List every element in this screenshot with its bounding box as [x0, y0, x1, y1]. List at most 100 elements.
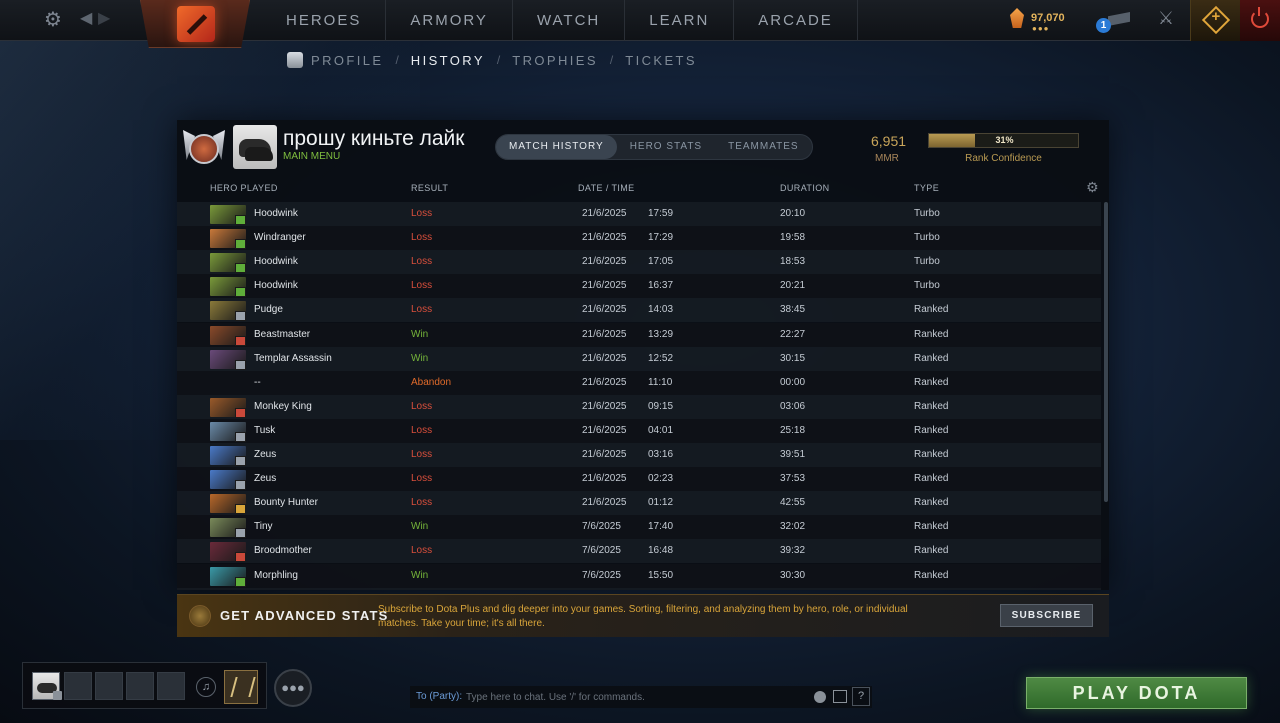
match-duration: 30:30	[780, 569, 806, 581]
table-row[interactable]: Zeus Loss 21/6/2025 03:16 39:51 Ranked	[177, 443, 1101, 467]
party-slot-empty[interactable]	[126, 672, 154, 700]
match-date: 21/6/2025	[582, 424, 627, 436]
party-slot-empty[interactable]	[95, 672, 123, 700]
chat-wheel-icon[interactable]	[224, 670, 258, 704]
table-row[interactable]: Tiny Win 7/6/2025 17:40 32:02 Ranked	[177, 515, 1101, 540]
chat-channel-label[interactable]: To (Party):	[416, 691, 462, 702]
match-result: Loss	[411, 400, 433, 412]
table-row[interactable]: Monkey King Loss 21/6/2025 09:15 03:06 Ranked	[177, 394, 1101, 419]
nav-watch[interactable]: WATCH	[513, 0, 626, 41]
table-row[interactable]: Templar Assassin Win 21/6/2025 12:52 30:15 Ra…	[177, 346, 1101, 371]
dota-plus-button[interactable]	[1190, 0, 1240, 41]
hero-name: Zeus	[254, 449, 277, 460]
match-duration: 25:18	[780, 424, 806, 436]
avatar[interactable]	[233, 125, 277, 169]
match-time: 09:15	[648, 400, 674, 412]
role-icon	[235, 480, 246, 491]
dota-logo-button[interactable]	[140, 0, 250, 48]
emoji-icon[interactable]	[814, 691, 826, 703]
back-arrow-icon[interactable]: ◀	[80, 8, 92, 28]
match-time: 01:12	[648, 497, 674, 509]
match-duration: 39:32	[780, 545, 806, 557]
role-icon	[235, 239, 246, 250]
table-row[interactable]: Zeus Loss 21/6/2025 02:23 37:53 Ranked	[177, 467, 1101, 492]
advanced-stats-title: GET ADVANCED STATS	[220, 608, 389, 623]
breadcrumb-separator: /	[609, 53, 614, 67]
match-result: Loss	[411, 280, 433, 292]
match-result: Abandon	[411, 376, 452, 388]
match-result: Loss	[411, 232, 433, 244]
shard-icon	[1010, 8, 1024, 28]
notifications-button[interactable]: 1	[1096, 8, 1132, 34]
table-row[interactable]: -- Abandon 21/6/2025 11:10 00:00 Ranked	[177, 370, 1101, 395]
table-row[interactable]: Pudge Loss 21/6/2025 14:03 38:45 Ranked	[177, 298, 1101, 323]
subnav-tickets[interactable]: TICKETS	[625, 53, 697, 68]
gear-icon[interactable]: ⚙	[42, 9, 64, 31]
friends-icon[interactable]: ●●●	[274, 669, 312, 707]
chat-input[interactable]	[466, 688, 806, 706]
subscribe-button[interactable]: SUBSCRIBE	[1000, 604, 1093, 627]
mmr-label: MMR	[875, 153, 899, 164]
match-time: 02:23	[648, 473, 674, 485]
hero-name: Bounty Hunter	[254, 497, 318, 509]
nav-arcade[interactable]: ARCADE	[734, 0, 858, 41]
table-row[interactable]	[177, 587, 1101, 590]
hero-name: Hoodwink	[254, 280, 298, 292]
subnav-trophies[interactable]: TROPHIES	[512, 53, 598, 68]
table-row[interactable]: Hoodwink Loss 21/6/2025 17:05 18:53 Turbo	[177, 250, 1101, 275]
table-row[interactable]: Windranger Loss 21/6/2025 17:29 19:58 Turbo	[177, 226, 1101, 251]
match-type: Ranked	[914, 545, 949, 557]
subnav-profile[interactable]: PROFILE	[311, 53, 383, 68]
currency-value: 97,070	[1031, 12, 1065, 24]
forward-arrow-icon[interactable]: ▶	[98, 8, 110, 28]
hero-name: Broodmother	[254, 545, 312, 557]
rank-medal-icon[interactable]	[183, 126, 225, 170]
tab-match-history[interactable]: MATCH HISTORY	[496, 135, 617, 159]
table-row[interactable]: Broodmother Loss 7/6/2025 16:48 39:32 Ranked	[177, 539, 1101, 564]
subnav-history[interactable]: HISTORY	[411, 53, 485, 68]
party-slot-empty[interactable]	[64, 672, 92, 700]
exit-button[interactable]	[1240, 0, 1280, 41]
tab-hero-stats[interactable]: HERO STATS	[617, 135, 715, 159]
armory-icon[interactable]: ⚔	[1156, 8, 1176, 32]
image-icon[interactable]	[833, 690, 847, 703]
match-date: 21/6/2025	[582, 497, 627, 509]
match-result: Loss	[411, 497, 433, 509]
role-icon	[235, 407, 246, 418]
role-icon	[235, 263, 246, 274]
tab-teammates[interactable]: TEAMMATES	[715, 135, 811, 159]
nav-learn[interactable]: LEARN	[625, 0, 735, 41]
match-date: 21/6/2025	[582, 208, 627, 219]
column-header[interactable]: TYPE	[914, 183, 939, 193]
match-type: Turbo	[914, 256, 940, 268]
table-row[interactable]: Hoodwink Loss 21/6/2025 16:37 20:21 Turbo	[177, 274, 1101, 299]
table-row[interactable]: Beastmaster Win 21/6/2025 13:29 22:27 Ranked	[177, 322, 1101, 347]
hero-name: Templar Assassin	[254, 352, 332, 364]
table-row[interactable]: Tusk Loss 21/6/2025 04:01 25:18 Ranked	[177, 418, 1101, 443]
main-nav: HEROES ARMORY WATCH LEARN ARCADE	[262, 0, 858, 41]
table-row[interactable]: Morphling Win 7/6/2025 15:50 30:30 Ranked	[177, 563, 1101, 588]
match-date: 21/6/2025	[582, 376, 627, 388]
voice-chat-icon[interactable]: ♫	[196, 677, 216, 697]
hero-name: Windranger	[254, 232, 306, 244]
match-result: Loss	[411, 304, 433, 316]
column-header[interactable]: DURATION	[780, 183, 830, 193]
column-header[interactable]: RESULT	[411, 183, 448, 193]
match-list-scrollbar[interactable]	[1104, 202, 1108, 502]
rank-confidence-percent: 31%	[995, 135, 1014, 145]
currency-display[interactable]: 97,070 ●●●	[1010, 8, 1065, 33]
party-slot-empty[interactable]	[157, 672, 185, 700]
play-dota-button[interactable]: PLAY DOTA	[1026, 677, 1247, 709]
table-row[interactable]: Bounty Hunter Loss 21/6/2025 01:12 42:55 Rank…	[177, 491, 1101, 516]
match-type: Ranked	[914, 424, 949, 436]
nav-heroes[interactable]: HEROES	[262, 0, 387, 41]
table-row[interactable]: Hoodwink Loss 21/6/2025 17:59 20:10 Turbo	[177, 202, 1101, 226]
player-subtitle[interactable]: MAIN MENU	[283, 151, 340, 162]
match-history-panel: прошу киньте лайк MAIN MENU MATCH HISTOR…	[177, 120, 1109, 590]
column-header[interactable]: HERO PLAYED	[210, 183, 278, 193]
settings-gear-icon[interactable]: ⚙	[1086, 179, 1099, 196]
help-button[interactable]: ?	[852, 687, 870, 706]
nav-armory[interactable]: ARMORY	[386, 0, 513, 41]
match-list: Hoodwink Loss 21/6/2025 17:59 20:10 Turbo Wind…	[177, 202, 1101, 590]
column-header[interactable]: DATE / TIME	[578, 183, 635, 193]
